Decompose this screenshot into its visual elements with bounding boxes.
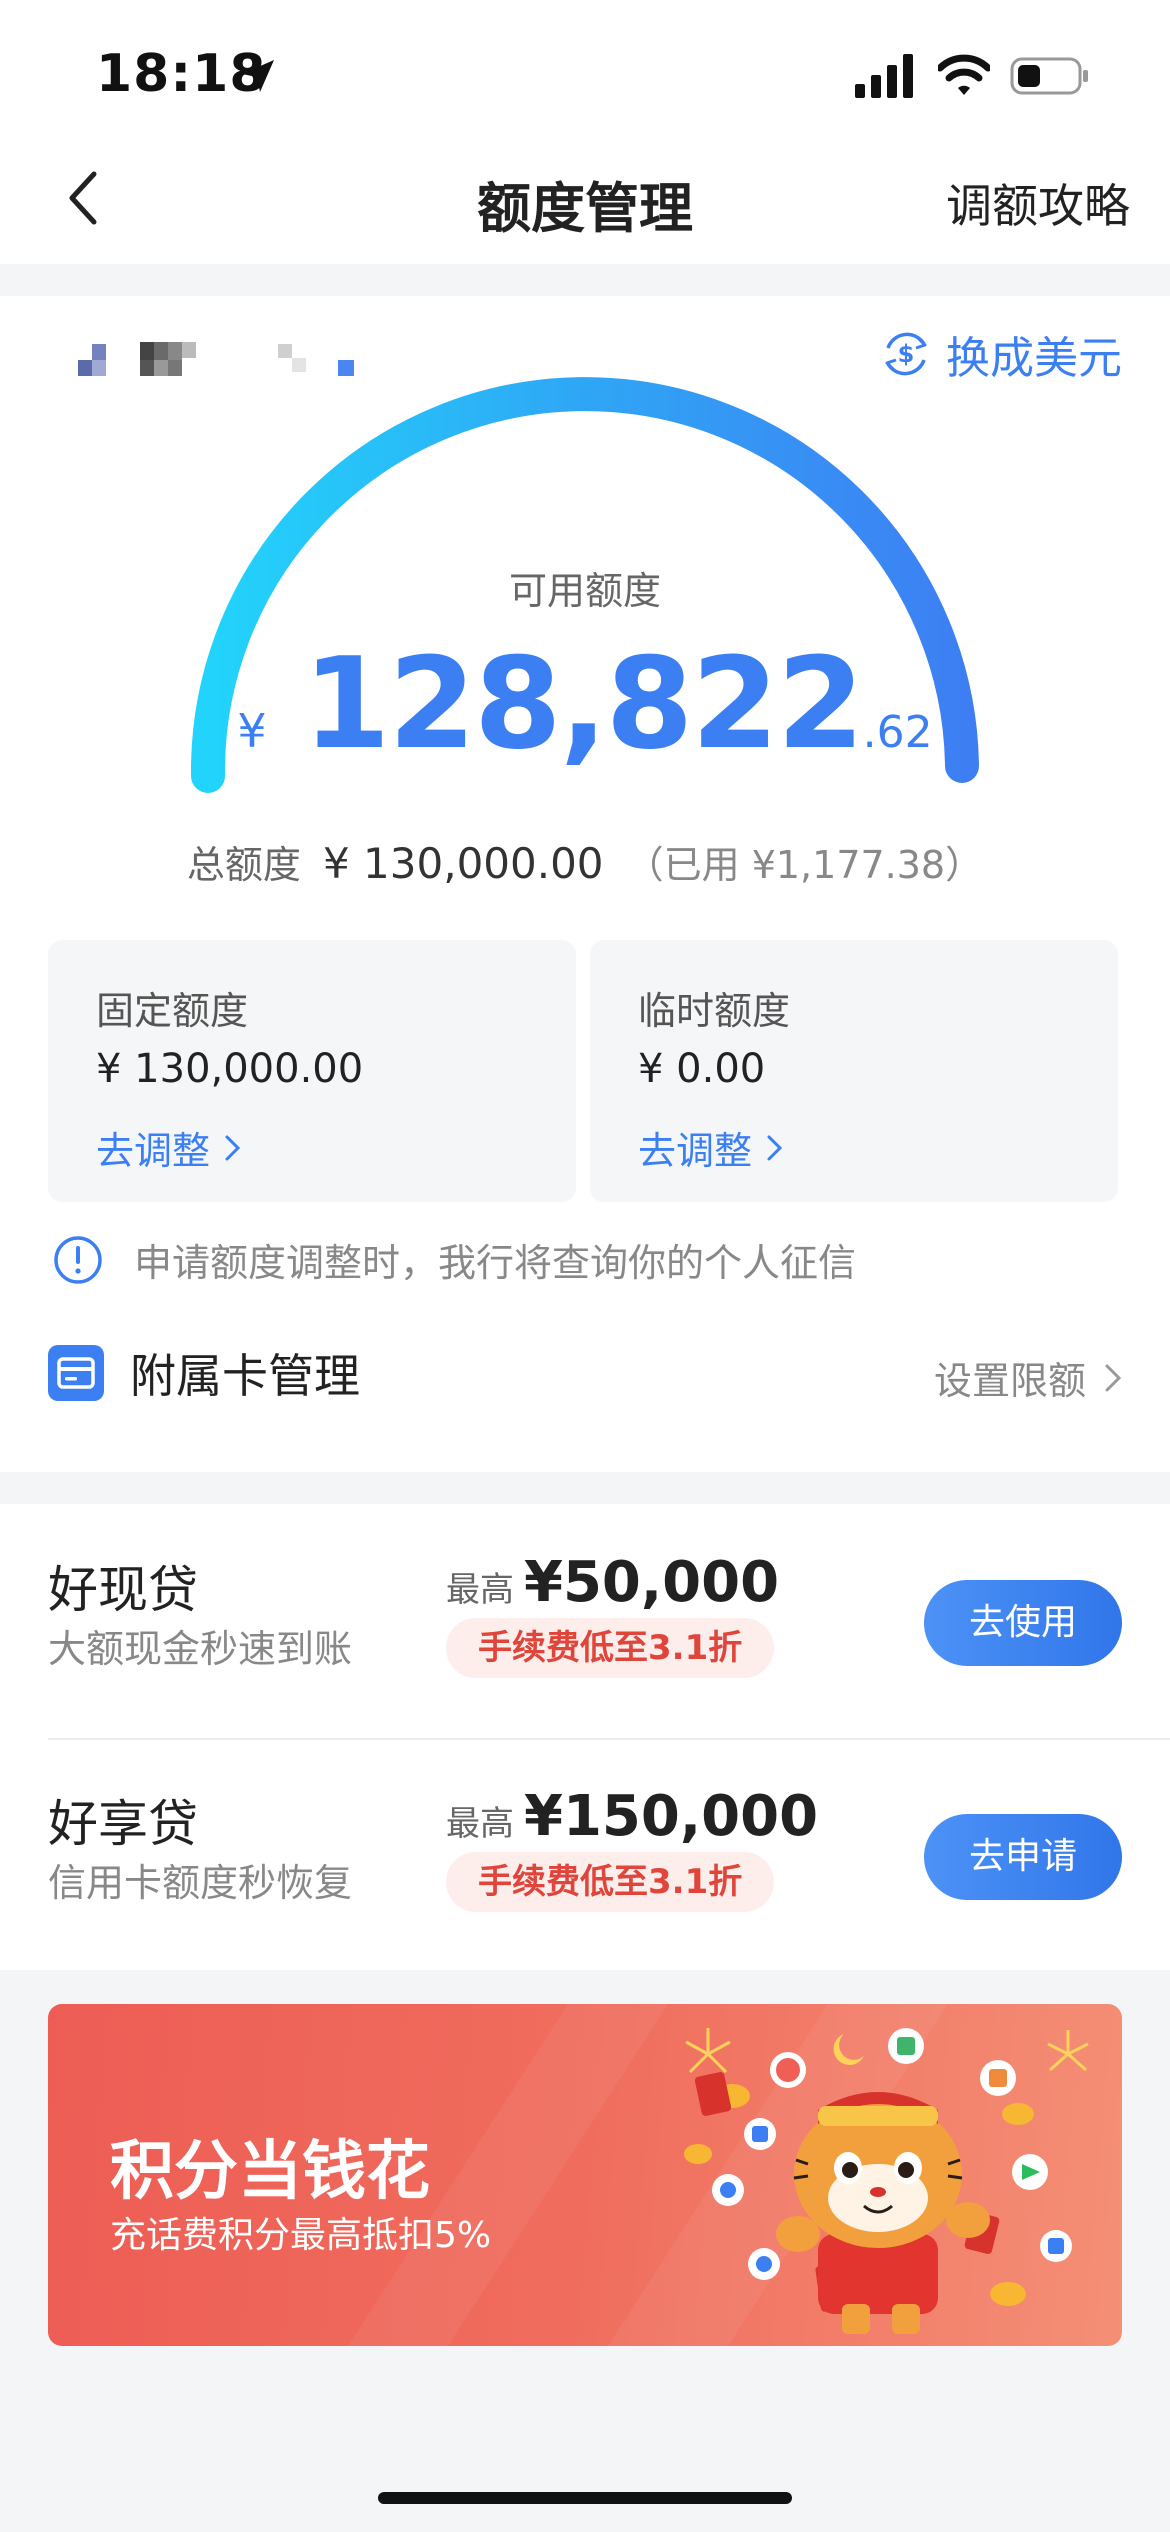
loan-fee-badge: 手续费低至3.1折 bbox=[446, 1852, 775, 1912]
affiliate-card-title: 附属卡管理 bbox=[130, 1349, 360, 1403]
fixed-limit-title: 固定额度 bbox=[96, 989, 249, 1033]
home-indicator[interactable] bbox=[378, 2492, 792, 2504]
chevron-right-icon bbox=[225, 1135, 241, 1160]
apply-loan-button[interactable]: 去申请 bbox=[924, 1814, 1122, 1900]
loan-max-value: ¥150,000 bbox=[524, 1784, 819, 1849]
banner-subtitle: 充话费积分最高抵扣5% bbox=[110, 2215, 492, 2256]
available-credit-label: 可用额度 bbox=[508, 569, 661, 613]
temporary-limit-card: 临时额度 ¥ 0.00 去调整 bbox=[590, 940, 1118, 1202]
notice-text: 申请额度调整时，我行将查询你的个人征信 bbox=[134, 1241, 857, 1285]
temporary-limit-value: ¥ 0.00 bbox=[638, 1046, 766, 1092]
limit-guide-link[interactable]: 调额攻略 bbox=[946, 170, 1130, 236]
temporary-limit-title: 临时额度 bbox=[638, 989, 791, 1033]
cellular-signal-icon bbox=[855, 54, 913, 98]
set-limit-label: 设置限额 bbox=[933, 1359, 1086, 1403]
card-icon bbox=[48, 1345, 104, 1401]
adjust-fixed-limit-label: 去调整 bbox=[96, 1129, 211, 1173]
chevron-right-icon bbox=[1105, 1364, 1122, 1391]
battery-icon bbox=[1010, 57, 1088, 95]
tiger-mascot-illustration bbox=[684, 2028, 1089, 2334]
banner-title: 积分当钱花 bbox=[110, 2135, 430, 2209]
loan-subtitle: 信用卡额度秒恢复 bbox=[48, 1861, 353, 1905]
available-amount-decimal: .62 bbox=[862, 707, 933, 758]
used-credit-text: （已用 ¥1,177.38） bbox=[625, 843, 984, 887]
loan-subtitle: 大额现金秒速到账 bbox=[48, 1627, 353, 1671]
currency-symbol: ¥ bbox=[237, 704, 267, 758]
wifi-icon bbox=[938, 54, 990, 95]
loan-max-amount: 最高 ¥50,000 bbox=[446, 1550, 779, 1615]
total-credit-value: ¥ 130,000.00 bbox=[322, 839, 604, 888]
fixed-limit-value: ¥ 130,000.00 bbox=[96, 1046, 364, 1092]
loan-max-label: 最高 bbox=[446, 1570, 514, 1610]
loan-title: 好现贷 bbox=[48, 1561, 198, 1619]
available-amount-integer: 128,822 bbox=[302, 630, 865, 777]
credit-check-notice: 申请额度调整时，我行将查询你的个人征信 bbox=[52, 1232, 856, 1287]
loan-title: 好享贷 bbox=[48, 1795, 198, 1853]
available-credit-amount: ¥ 128,822 .62 bbox=[0, 630, 1170, 777]
fixed-limit-card: 固定额度 ¥ 130,000.00 去调整 bbox=[48, 940, 576, 1202]
loan-max-amount: 最高 ¥150,000 bbox=[446, 1784, 818, 1849]
loan-max-value: ¥50,000 bbox=[524, 1550, 780, 1615]
adjust-fixed-limit-link[interactable]: 去调整 bbox=[96, 1120, 242, 1175]
info-icon bbox=[54, 1235, 102, 1284]
loan-fee-badge: 手续费低至3.1折 bbox=[446, 1618, 775, 1678]
chevron-right-icon bbox=[767, 1135, 783, 1160]
set-limit-link[interactable]: 设置限额 bbox=[934, 1350, 1122, 1405]
adjust-temporary-limit-label: 去调整 bbox=[638, 1129, 753, 1173]
divider bbox=[48, 1738, 1170, 1740]
location-arrow-icon bbox=[242, 60, 274, 92]
points-promo-banner[interactable]: 积分当钱花 充话费积分最高抵扣5% bbox=[48, 2004, 1122, 2346]
use-loan-button[interactable]: 去使用 bbox=[924, 1580, 1122, 1666]
loan-max-label: 最高 bbox=[446, 1804, 514, 1844]
affiliate-card-management[interactable]: 附属卡管理 bbox=[48, 1340, 360, 1406]
total-credit-label: 总额度 bbox=[186, 843, 301, 887]
adjust-temporary-limit-link[interactable]: 去调整 bbox=[638, 1120, 784, 1175]
total-credit-line: 总额度 ¥ 130,000.00 （已用 ¥1,177.38） bbox=[0, 834, 1170, 889]
